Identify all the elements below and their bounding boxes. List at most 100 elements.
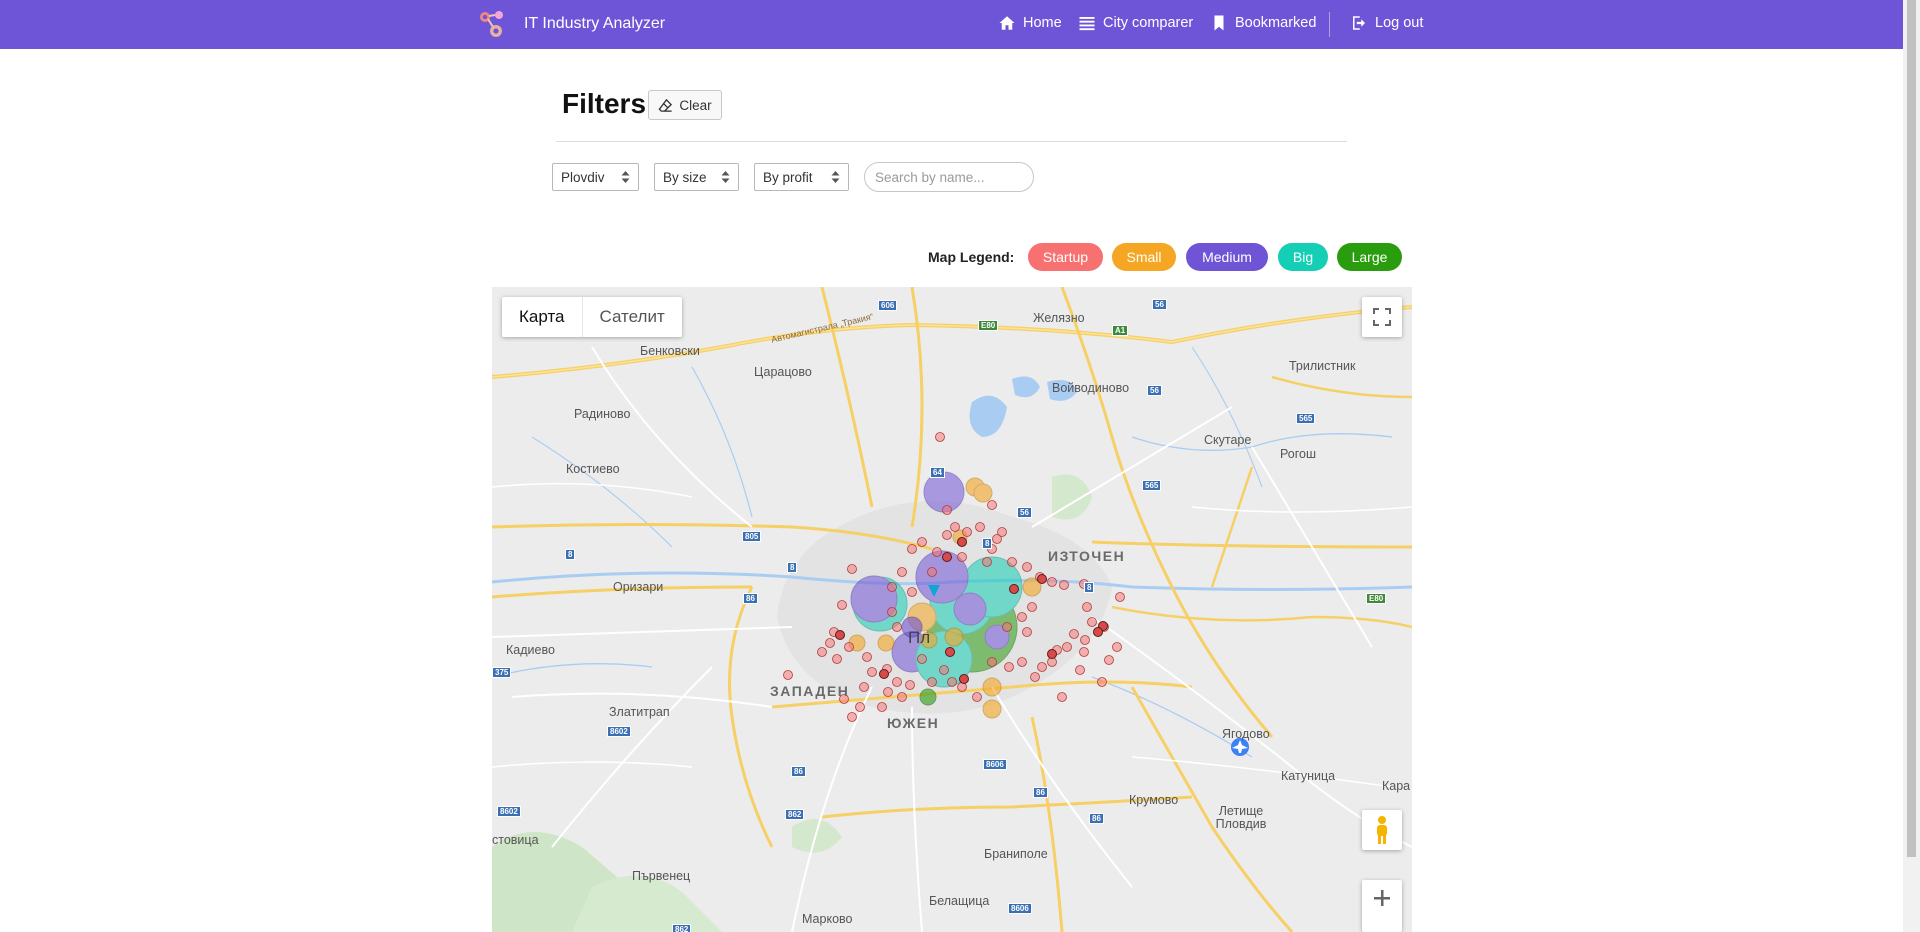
road-shield: 56 — [1152, 299, 1167, 310]
road-shield: 565 — [1296, 413, 1316, 424]
city-select[interactable]: Plovdiv — [552, 163, 639, 191]
road-shield: 86 — [791, 766, 806, 777]
nav-city-comparer-link[interactable]: City comparer — [1078, 14, 1193, 32]
road-shield: A1 — [1112, 325, 1129, 336]
road-shield: 64 — [930, 467, 945, 478]
place-label: Рогош — [1280, 447, 1317, 461]
nav-home-label: Home — [1023, 15, 1062, 31]
road-shield: 8606 — [1008, 903, 1032, 914]
place-label: Скутаре — [1204, 433, 1252, 447]
logout-icon — [1353, 16, 1365, 30]
plus-icon — [1374, 890, 1390, 906]
road-shield: E80 — [1366, 593, 1387, 604]
fullscreen-button[interactable] — [1362, 297, 1402, 337]
place-label: Радиново — [574, 407, 631, 421]
profit-select[interactable]: By profit — [754, 163, 849, 191]
map-type-map-button[interactable]: Карта — [502, 297, 583, 337]
road-shield: 565 — [1142, 480, 1162, 491]
road-shield: 86 — [1089, 813, 1104, 824]
filters-divider — [556, 141, 1347, 142]
select-caret-icon — [831, 171, 840, 183]
home-icon — [999, 16, 1015, 30]
zoom-in-button[interactable] — [1362, 880, 1402, 932]
road-shield: 8 — [787, 562, 798, 573]
city-select-value: Plovdiv — [561, 169, 605, 185]
place-label: стовица — [492, 833, 539, 847]
road-shield: 56 — [1017, 507, 1032, 518]
company-map[interactable]: 606 56 E80 A1 56 565 565 805 8 8 86 375 … — [492, 287, 1412, 932]
brand-logo-icon — [480, 11, 503, 37]
place-label: Крумово — [1129, 793, 1179, 807]
nav-bookmarked-label: Bookmarked — [1235, 15, 1317, 31]
place-label: Царацово — [754, 365, 812, 379]
place-label: Катуница — [1281, 769, 1336, 783]
scrollbar-thumb[interactable] — [1907, 0, 1916, 857]
road-shield: 56 — [1147, 385, 1162, 396]
legend-small-badge: Small — [1112, 243, 1176, 271]
map-type-control: Карта Сателит — [502, 297, 682, 337]
place-label: Оризари — [613, 580, 664, 594]
road-shield: 8 — [1084, 582, 1095, 593]
place-label: Трилистник — [1289, 359, 1356, 373]
brand-title: IT Industry Analyzer — [524, 15, 666, 32]
road-shield: 8 — [565, 549, 576, 560]
street-view-button[interactable] — [1362, 810, 1402, 850]
airport-label: Летище Пловдив — [1215, 804, 1267, 831]
map-base-layer — [492, 287, 1412, 932]
nav-city-comparer-label: City comparer — [1103, 15, 1194, 31]
road-shield: 8 — [982, 538, 993, 549]
legend-large-badge: Large — [1337, 243, 1402, 271]
road-shield: 805 — [742, 531, 762, 542]
select-caret-icon — [721, 171, 730, 183]
search-by-name-input[interactable] — [864, 162, 1034, 192]
place-label: Бенковски — [640, 344, 700, 358]
district-label: ИЗТОЧЕН — [1048, 548, 1126, 564]
list-icon — [1079, 17, 1095, 31]
map-legend-label: Map Legend: — [928, 249, 1015, 265]
road-shield: 862 — [672, 924, 692, 932]
road-shield: 8602 — [607, 726, 631, 737]
place-label: Желязно — [1033, 311, 1085, 325]
place-label: Първенец — [632, 869, 691, 883]
place-label: Златитрап — [609, 705, 670, 719]
map-type-satellite-button[interactable]: Сателит — [583, 297, 682, 337]
road-shield: 8606 — [983, 759, 1007, 770]
place-label: Кадиево — [506, 643, 555, 657]
city-label: Пл — [908, 628, 931, 647]
size-select[interactable]: By size — [654, 163, 739, 191]
filters-title: Filters — [562, 88, 647, 119]
clear-label: Clear — [679, 97, 712, 113]
brand[interactable]: IT Industry Analyzer — [476, 8, 665, 40]
legend-big-badge: Big — [1278, 243, 1328, 271]
place-label: Костиево — [566, 462, 620, 476]
bookmark-icon — [1214, 15, 1224, 31]
place-label: Марково — [802, 912, 853, 926]
nav-logout-label: Log out — [1375, 15, 1424, 31]
road-shield: 862 — [785, 809, 805, 820]
road-shield: E80 — [978, 320, 999, 331]
page-scrollbar[interactable] — [1903, 0, 1920, 932]
nav-home-link[interactable]: Home — [998, 14, 1062, 32]
legend-startup-badge: Startup — [1028, 243, 1103, 271]
nav-bookmarked-link[interactable]: Bookmarked — [1210, 14, 1316, 32]
pegman-icon — [1377, 816, 1387, 844]
nav-separator — [1329, 12, 1330, 37]
road-shield: 8602 — [497, 806, 521, 817]
legend-medium-badge: Medium — [1186, 243, 1268, 271]
eraser-icon — [658, 98, 673, 112]
profit-select-value: By profit — [763, 169, 813, 185]
size-select-value: By size — [663, 169, 707, 185]
place-label: Белащица — [929, 894, 990, 908]
road-shield: 375 — [492, 667, 512, 678]
district-label: ЮЖЕН — [887, 715, 940, 731]
clear-filters-button[interactable]: Clear — [648, 90, 722, 120]
road-shield: 606 — [878, 300, 898, 311]
place-label: Кара — [1382, 779, 1411, 793]
fullscreen-icon — [1373, 308, 1391, 326]
road-shield: 86 — [743, 593, 758, 604]
place-label: Ягодово — [1222, 727, 1270, 741]
place-label: Браниполе — [984, 847, 1048, 861]
nav-logout-link[interactable]: Log out — [1350, 14, 1423, 32]
road-shield: 86 — [1033, 787, 1048, 798]
select-caret-icon — [621, 171, 630, 183]
